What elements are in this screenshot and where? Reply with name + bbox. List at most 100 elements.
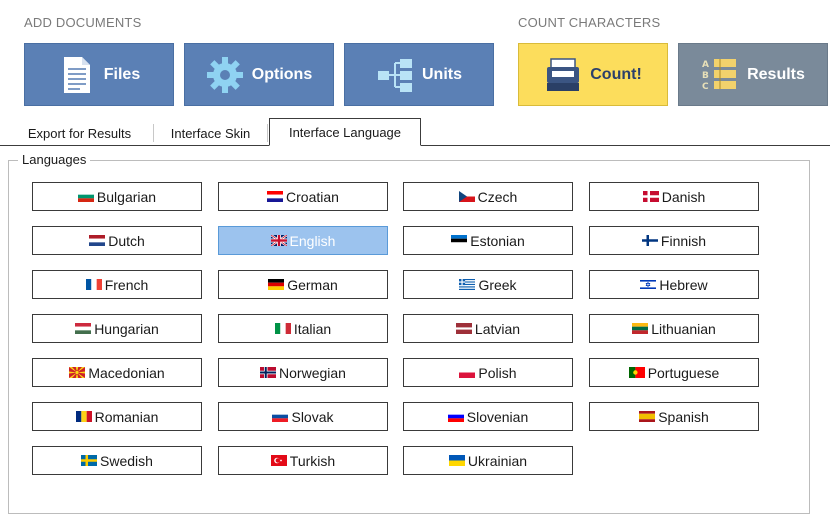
language-button-spanish[interactable]: Spanish — [589, 402, 759, 431]
language-button-greek[interactable]: Greek — [403, 270, 573, 299]
language-button-slovenian[interactable]: Slovenian — [403, 402, 573, 431]
greek-flag-icon — [459, 279, 476, 290]
language-button-latvian[interactable]: Latvian — [403, 314, 573, 343]
language-label: Estonian — [470, 232, 525, 249]
language-label: Dutch — [108, 232, 145, 249]
estonian-flag-icon — [451, 235, 468, 246]
swedish-flag-icon — [81, 455, 98, 466]
language-button-french[interactable]: French — [32, 270, 202, 299]
tab-export-for-results[interactable]: Export for Results — [6, 124, 154, 142]
lithuanian-flag-icon — [632, 323, 649, 334]
svg-text:B: B — [702, 71, 709, 81]
polish-flag-icon — [459, 367, 476, 378]
language-button-lithuanian[interactable]: Lithuanian — [589, 314, 759, 343]
language-label: Portuguese — [647, 364, 720, 381]
language-button-norwegian[interactable]: Norwegian — [218, 358, 388, 387]
svg-text:A: A — [702, 60, 709, 70]
finnish-flag-icon — [641, 235, 658, 246]
language-label: Latvian — [474, 320, 521, 337]
languages-group-title: Languages — [18, 152, 91, 167]
language-label: Finnish — [660, 232, 707, 249]
language-button-portuguese[interactable]: Portuguese — [589, 358, 759, 387]
language-label: Macedonian — [88, 364, 165, 381]
language-button-swedish[interactable]: Swedish — [32, 446, 202, 475]
language-button-estonian[interactable]: Estonian — [403, 226, 573, 255]
tab-interface-language[interactable]: Interface Language — [269, 118, 421, 146]
files-button[interactable]: Files — [24, 43, 174, 106]
language-button-croatian[interactable]: Croatian — [218, 182, 388, 211]
language-button-english[interactable]: English — [218, 226, 388, 255]
counter-machine-icon — [544, 56, 582, 94]
french-flag-icon — [85, 279, 102, 290]
options-button[interactable]: Options — [184, 43, 334, 106]
language-button-bulgarian[interactable]: Bulgarian — [32, 182, 202, 211]
language-label: Spanish — [658, 408, 709, 425]
results-button-label: Results — [747, 65, 805, 83]
language-button-macedonian[interactable]: Macedonian — [32, 358, 202, 387]
language-label: Czech — [477, 188, 518, 205]
romanian-flag-icon — [75, 411, 92, 422]
language-label: Swedish — [100, 452, 153, 469]
dutch-flag-icon — [89, 235, 106, 246]
units-icon — [376, 56, 414, 94]
language-label: French — [104, 276, 149, 293]
language-button-polish[interactable]: Polish — [403, 358, 573, 387]
language-label: Italian — [293, 320, 332, 337]
language-label: Croatian — [286, 188, 339, 205]
language-button-italian[interactable]: Italian — [218, 314, 388, 343]
language-button-finnish[interactable]: Finnish — [589, 226, 759, 255]
bulgarian-flag-icon — [77, 191, 94, 202]
macedonian-flag-icon — [69, 367, 86, 378]
language-button-slovak[interactable]: Slovak — [218, 402, 388, 431]
ukrainian-flag-icon — [448, 455, 465, 466]
hebrew-flag-icon — [640, 279, 657, 290]
language-button-dutch[interactable]: Dutch — [32, 226, 202, 255]
units-button[interactable]: Units — [344, 43, 494, 106]
language-button-german[interactable]: German — [218, 270, 388, 299]
tab-interface-skin[interactable]: Interface Skin — [154, 124, 268, 142]
language-label: Norwegian — [279, 364, 346, 381]
settings-tab-bar: Export for Results Interface Skin Interf… — [0, 118, 830, 146]
language-label: Danish — [661, 188, 706, 205]
croatian-flag-icon — [267, 191, 284, 202]
language-button-turkish[interactable]: Turkish — [218, 446, 388, 475]
slovak-flag-icon — [272, 411, 289, 422]
svg-text:C: C — [702, 82, 709, 92]
language-label: Polish — [478, 364, 517, 381]
gear-icon — [206, 56, 244, 94]
language-label: Lithuanian — [651, 320, 716, 337]
add-documents-label: ADD DOCUMENTS — [24, 15, 142, 30]
language-label: Slovak — [291, 408, 334, 425]
files-button-label: Files — [103, 65, 141, 83]
czech-flag-icon — [458, 191, 475, 202]
italian-flag-icon — [274, 323, 291, 334]
language-label: English — [289, 232, 336, 249]
results-icon: ABC — [701, 56, 739, 94]
document-icon — [58, 56, 96, 94]
language-label: German — [287, 276, 338, 293]
count-characters-label: COUNT CHARACTERS — [518, 15, 661, 30]
norwegian-flag-icon — [260, 367, 277, 378]
latvian-flag-icon — [455, 323, 472, 334]
slovenian-flag-icon — [447, 411, 464, 422]
language-button-czech[interactable]: Czech — [403, 182, 573, 211]
language-label: Romanian — [94, 408, 159, 425]
language-button-romanian[interactable]: Romanian — [32, 402, 202, 431]
hungarian-flag-icon — [75, 323, 92, 334]
language-button-hungarian[interactable]: Hungarian — [32, 314, 202, 343]
language-label: Hungarian — [94, 320, 159, 337]
results-button[interactable]: ABC Results — [678, 43, 828, 106]
language-button-danish[interactable]: Danish — [589, 182, 759, 211]
language-label: Greek — [478, 276, 517, 293]
english-flag-icon — [270, 235, 287, 246]
language-button-hebrew[interactable]: Hebrew — [589, 270, 759, 299]
turkish-flag-icon — [270, 455, 287, 466]
language-label: Ukrainian — [467, 452, 528, 469]
language-label: Bulgarian — [96, 188, 157, 205]
danish-flag-icon — [642, 191, 659, 202]
language-label: Hebrew — [659, 276, 708, 293]
count-button[interactable]: Count! — [518, 43, 668, 106]
language-button-ukrainian[interactable]: Ukrainian — [403, 446, 573, 475]
options-button-label: Options — [251, 65, 313, 83]
portuguese-flag-icon — [628, 367, 645, 378]
